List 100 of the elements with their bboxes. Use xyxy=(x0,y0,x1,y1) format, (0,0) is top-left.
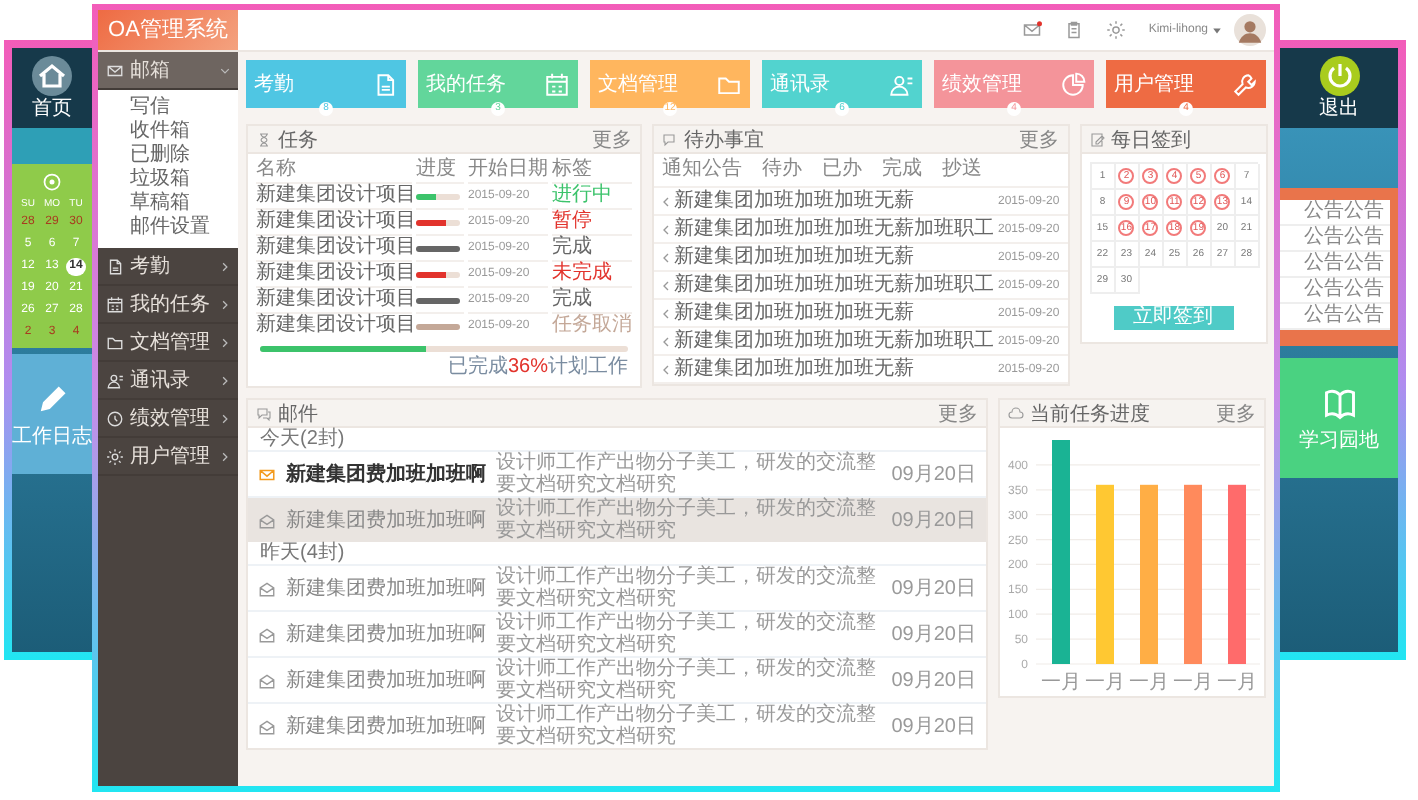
more-link[interactable]: 更多 xyxy=(592,125,632,153)
mail-subject: 新建集团费加班加班啊 xyxy=(286,463,486,485)
task-name: 新建集团设计项目 xyxy=(256,286,412,312)
cloud-icon xyxy=(1008,405,1024,421)
column-header: 标签 xyxy=(552,158,594,182)
chevron-left-icon xyxy=(662,363,670,375)
submenu-item[interactable]: 收件箱 xyxy=(130,120,190,144)
column-header: 名称 xyxy=(256,158,298,182)
wrench-icon xyxy=(1232,71,1258,97)
progress-bar xyxy=(416,245,460,251)
tab[interactable]: 待办 xyxy=(762,158,802,182)
mail-date: 09月20日 xyxy=(891,669,976,691)
todo-item[interactable]: 新建集团加班加班加班无薪 xyxy=(674,245,994,269)
edit-icon xyxy=(1089,131,1106,147)
nav-label[interactable]: 首页 xyxy=(32,98,72,120)
tab[interactable]: 已办 xyxy=(822,158,862,182)
submenu-item[interactable]: 已删除 xyxy=(130,144,190,168)
progress-bar xyxy=(416,271,460,277)
mail-subject: 新建集团费加班加班啊 xyxy=(286,509,486,531)
target-icon xyxy=(42,172,62,192)
home-icon[interactable] xyxy=(32,56,72,96)
settings-icon xyxy=(106,447,124,465)
mail-date: 09月20日 xyxy=(891,463,976,485)
work-log-tile[interactable]: 工作日志 xyxy=(12,354,92,474)
nav-label[interactable]: 退出 xyxy=(1319,98,1359,120)
sidebar-item[interactable]: 用户管理 xyxy=(98,438,238,476)
sidebar-item[interactable]: 考勤 xyxy=(98,248,238,286)
mail-preview: 设计师工作产出物分子美工，研发的交流整要文档研究文档研究 xyxy=(496,452,878,496)
settings-icon[interactable] xyxy=(1106,20,1127,40)
submenu-item[interactable]: 邮件设置 xyxy=(130,216,210,240)
status-tag: 未完成 xyxy=(552,260,632,286)
book-icon xyxy=(1321,385,1357,421)
panel-title: 待办事宜 xyxy=(684,127,766,153)
hourglass-icon xyxy=(256,131,272,147)
panel-title: 邮件 xyxy=(278,401,320,427)
status-tag: 暂停 xyxy=(552,208,632,234)
sidebar-item[interactable]: 文档管理 xyxy=(98,324,238,362)
group-label: 昨天(4封) xyxy=(258,542,347,564)
task-name: 新建集团设计项目 xyxy=(256,182,412,208)
todo-item[interactable]: 新建集团加班加班加班无薪 xyxy=(674,189,994,213)
chevron-left-icon xyxy=(662,279,670,291)
mail-subject: 新建集团费加班加班啊 xyxy=(286,577,486,599)
mail-date: 09月20日 xyxy=(891,623,976,645)
sidebar-item[interactable]: 我的任务 xyxy=(98,286,238,324)
panel-title: 任务 xyxy=(278,127,320,153)
banner-strip xyxy=(12,128,92,164)
mail-subject: 新建集团费加班加班啊 xyxy=(286,669,486,691)
group-label: 今天(2封) xyxy=(258,428,347,450)
progress-bar xyxy=(416,193,460,199)
avatar[interactable] xyxy=(1234,14,1266,46)
sidebar-item[interactable]: 绩效管理 xyxy=(98,400,238,438)
mail-subject: 新建集团费加班加班啊 xyxy=(286,715,486,737)
x-tick-label: 一月 xyxy=(1041,672,1081,694)
calendar-icon xyxy=(106,295,124,313)
x-tick-label: 一月 xyxy=(1085,672,1125,694)
tab[interactable]: 通知公告 xyxy=(662,158,742,182)
todo-item[interactable]: 新建集团加班加班加班无薪加班职工 xyxy=(674,217,994,241)
document-icon xyxy=(372,71,398,97)
tab[interactable]: 抄送 xyxy=(942,158,982,182)
mail-preview: 设计师工作产出物分子美工，研发的交流整要文档研究文档研究 xyxy=(496,704,878,748)
chevron-down-icon xyxy=(220,65,230,75)
chevron-right-icon xyxy=(220,337,230,347)
panel-title: 每日签到 xyxy=(1111,127,1194,153)
todo-item[interactable]: 新建集团加班加班加班无薪 xyxy=(674,357,994,381)
submenu-item[interactable]: 垃圾箱 xyxy=(130,168,190,192)
more-link[interactable]: 更多 xyxy=(1019,125,1060,153)
task-name: 新建集团设计项目 xyxy=(256,312,412,338)
chat-bubble-icon xyxy=(256,405,272,421)
chevron-right-icon xyxy=(220,375,230,385)
todo-item[interactable]: 新建集团加班加班加班无薪 xyxy=(674,301,994,325)
calendar-icon xyxy=(544,71,570,97)
more-link[interactable]: 更多 xyxy=(938,399,978,427)
mail-preview: 设计师工作产出物分子美工，研发的交流整要文档研究文档研究 xyxy=(496,658,878,702)
todo-item[interactable]: 新建集团加班加班加班无薪加班职工 xyxy=(674,329,994,353)
chevron-right-icon xyxy=(220,413,230,423)
tab[interactable]: 完成 xyxy=(882,158,922,182)
task-name: 新建集团设计项目 xyxy=(256,234,412,260)
column-header: 进度 xyxy=(416,158,458,182)
progress-bar xyxy=(416,323,460,329)
chat-bubble-icon xyxy=(662,131,678,147)
chevron-left-icon xyxy=(662,223,670,235)
power-icon[interactable] xyxy=(1319,56,1359,96)
caret-icon[interactable] xyxy=(1212,25,1222,35)
status-tag: 完成 xyxy=(552,286,632,312)
column-header: 开始日期 xyxy=(468,158,548,182)
more-link[interactable]: 更多 xyxy=(1216,399,1256,427)
mail-subject: 新建集团费加班加班啊 xyxy=(286,623,486,645)
submenu-item[interactable]: 草稿箱 xyxy=(130,192,190,216)
chevron-right-icon xyxy=(220,299,230,309)
clipboard-icon[interactable] xyxy=(1064,20,1085,40)
todo-item[interactable]: 新建集团加班加班加班无薪加班职工 xyxy=(674,273,994,297)
x-tick-label: 一月 xyxy=(1217,672,1257,694)
submenu-item[interactable]: 写信 xyxy=(130,96,170,120)
chevron-right-icon xyxy=(220,261,230,271)
sidebar-item[interactable]: 通讯录 xyxy=(98,362,238,400)
sidebar-item[interactable]: 邮箱 xyxy=(98,52,238,90)
envelope-icon[interactable] xyxy=(1022,20,1043,40)
chevron-left-icon xyxy=(662,251,670,263)
chevron-left-icon xyxy=(662,195,670,207)
mail-preview: 设计师工作产出物分子美工，研发的交流整要文档研究文档研究 xyxy=(496,498,878,542)
